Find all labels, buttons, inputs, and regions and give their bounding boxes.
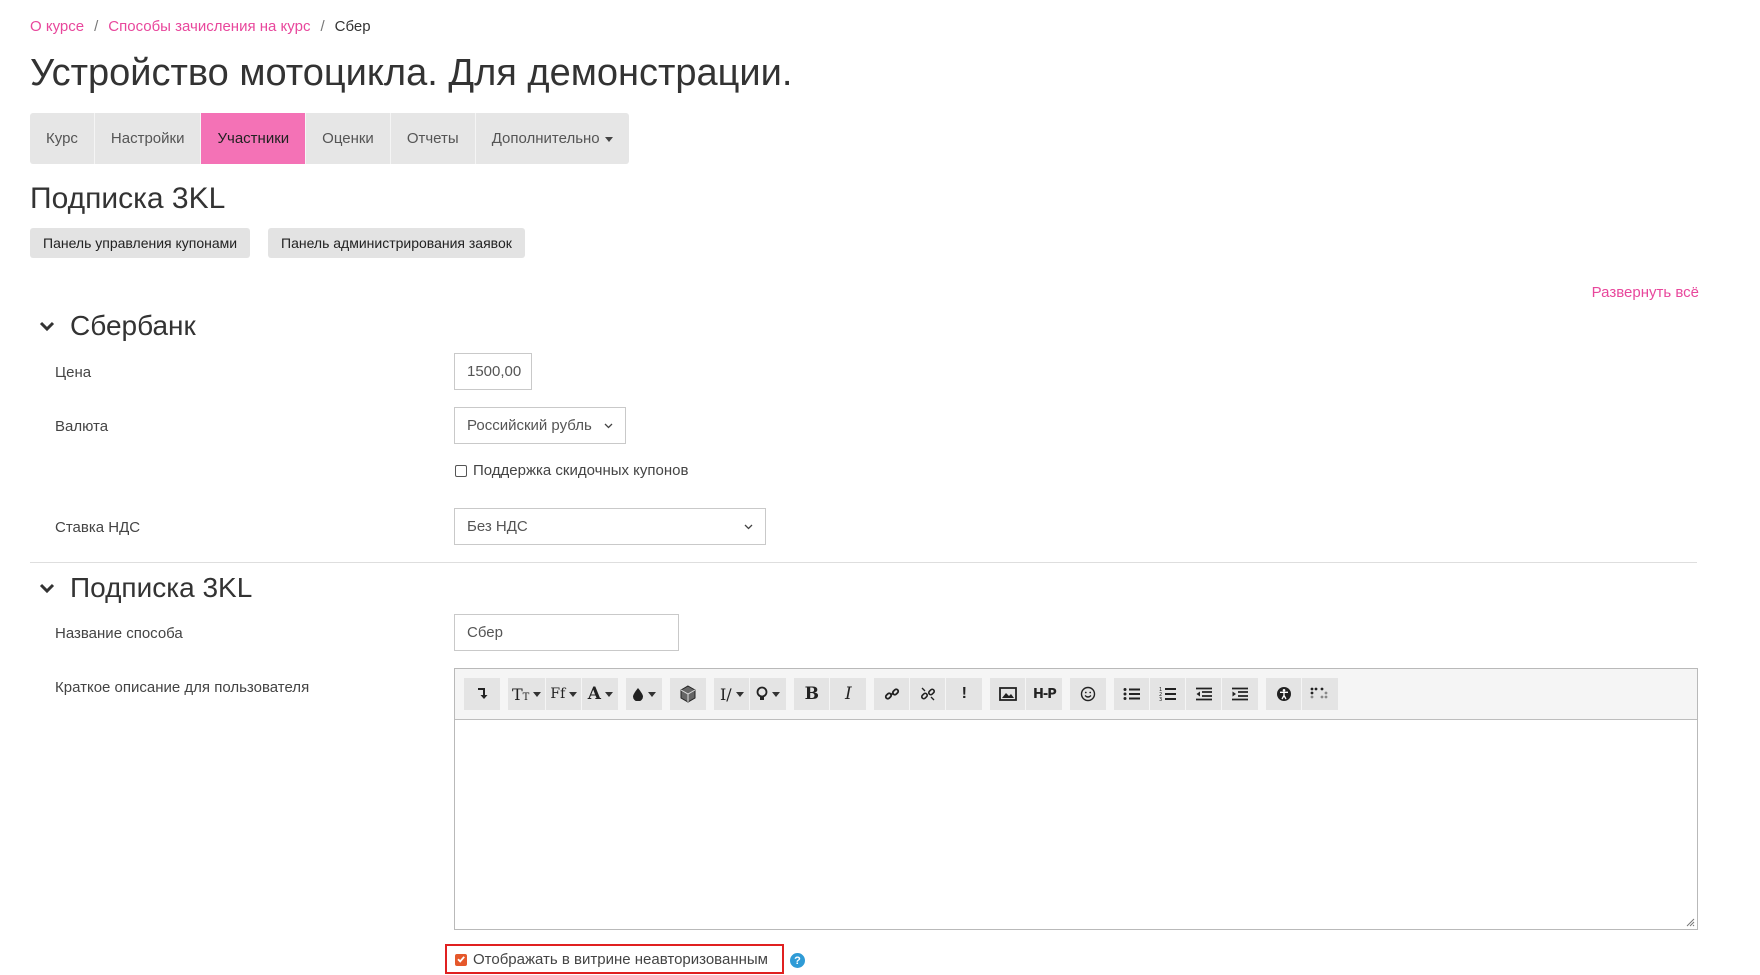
- italic-icon[interactable]: I: [830, 678, 867, 710]
- tab-course[interactable]: Курс: [30, 113, 95, 164]
- showcase-label: Отображать в витрине неавторизованным: [473, 951, 768, 968]
- tab-more[interactable]: Дополнительно: [476, 113, 629, 164]
- tab-settings[interactable]: Настройки: [95, 113, 202, 164]
- section-title: Подписка 3KL: [30, 182, 226, 215]
- h5p-icon[interactable]: H-P: [1026, 678, 1063, 710]
- chevron-down-icon: [39, 321, 55, 332]
- expand-all-link[interactable]: Развернуть всё: [1592, 284, 1699, 301]
- showcase-checkbox-row[interactable]: Отображать в витрине неавторизованным: [455, 951, 768, 968]
- indent-icon[interactable]: [1222, 678, 1259, 710]
- check-icon: [456, 956, 465, 963]
- font-family-icon[interactable]: Ff: [546, 678, 583, 710]
- accessibility-icon[interactable]: [1266, 678, 1303, 710]
- coupons-panel-button[interactable]: Панель управления купонами: [30, 228, 251, 258]
- outdent-icon[interactable]: [1186, 678, 1223, 710]
- help-icon[interactable]: ?: [790, 953, 805, 968]
- coupon-support-label: Поддержка скидочных купонов: [473, 462, 689, 479]
- requests-panel-button[interactable]: Панель администрирования заявок: [268, 228, 525, 258]
- chevron-down-icon: [744, 524, 753, 530]
- breadcrumb: О курсе / Способы зачисления на курс / С…: [30, 18, 371, 35]
- chevron-down-icon: [39, 583, 55, 594]
- method-name-label: Название способа: [55, 625, 183, 642]
- collapse-icon[interactable]: [464, 678, 500, 710]
- method-name-input[interactable]: Сбер: [454, 614, 679, 651]
- price-label: Цена: [55, 364, 92, 381]
- showcase-checkbox[interactable]: [455, 953, 467, 966]
- editor-content-area[interactable]: [455, 720, 1697, 929]
- tab-more-label: Дополнительно: [491, 130, 600, 147]
- font-color-icon[interactable]: A: [582, 678, 619, 710]
- breadcrumb-separator: /: [320, 18, 325, 35]
- fieldset-subscription-title: Подписка 3KL: [70, 572, 253, 603]
- tab-reports[interactable]: Отчеты: [391, 113, 476, 164]
- coupon-support-checkbox-row[interactable]: Поддержка скидочных купонов: [455, 462, 688, 479]
- coupon-support-checkbox[interactable]: [455, 464, 467, 477]
- divider: [30, 562, 1697, 563]
- resize-handle-icon[interactable]: [1685, 917, 1695, 927]
- bold-icon[interactable]: B: [794, 678, 831, 710]
- tab-grades[interactable]: Оценки: [306, 113, 391, 164]
- vat-label: Ставка НДС: [55, 519, 141, 536]
- editor-toolbar: TT Ff A I∕ B I ! H-P 1 2 3: [455, 669, 1697, 720]
- course-nav: Курс Настройки Участники Оценки Отчеты Д…: [30, 113, 629, 164]
- link-icon[interactable]: [874, 678, 911, 710]
- alert-icon[interactable]: !: [946, 678, 983, 710]
- breadcrumb-current: Сбер: [334, 18, 371, 35]
- font-size-icon[interactable]: TT: [508, 678, 547, 710]
- background-color-icon[interactable]: [626, 678, 663, 710]
- package-icon[interactable]: [670, 678, 707, 710]
- styles-icon[interactable]: I∕: [714, 678, 751, 710]
- price-input[interactable]: 1500,00: [454, 353, 532, 390]
- breadcrumb-link-about-course[interactable]: О курсе: [30, 18, 84, 35]
- unordered-list-icon[interactable]: [1114, 678, 1151, 710]
- breadcrumb-separator: /: [94, 18, 99, 35]
- braille-icon[interactable]: [1302, 678, 1339, 710]
- vat-select[interactable]: Без НДС: [454, 508, 766, 545]
- page-title: Устройство мотоцикла. Для демонстрации.: [30, 52, 793, 94]
- svg-text:3: 3: [1159, 697, 1162, 702]
- emoji-icon[interactable]: [1070, 678, 1107, 710]
- ordered-list-icon[interactable]: 123: [1150, 678, 1187, 710]
- image-icon[interactable]: [990, 678, 1027, 710]
- tab-participants[interactable]: Участники: [201, 113, 307, 164]
- fieldset-sberbank-title: Сбербанк: [70, 310, 196, 341]
- chevron-down-icon: [604, 136, 613, 142]
- fieldset-sberbank-toggle[interactable]: Сбербанк: [38, 310, 196, 342]
- description-editor: TT Ff A I∕ B I ! H-P 1 2 3: [454, 668, 1698, 930]
- ideas-icon[interactable]: [750, 678, 787, 710]
- chevron-down-icon: [604, 423, 613, 429]
- breadcrumb-link-enrolment-methods[interactable]: Способы зачисления на курс: [108, 18, 310, 35]
- description-label: Краткое описание для пользователя: [55, 679, 310, 696]
- vat-select-value: Без НДС: [467, 518, 528, 535]
- currency-label: Валюта: [55, 418, 109, 435]
- unlink-icon[interactable]: [910, 678, 947, 710]
- currency-select-value: Российский рубль: [467, 417, 592, 434]
- fieldset-subscription-toggle[interactable]: Подписка 3KL: [38, 572, 252, 604]
- currency-select[interactable]: Российский рубль: [454, 407, 626, 444]
